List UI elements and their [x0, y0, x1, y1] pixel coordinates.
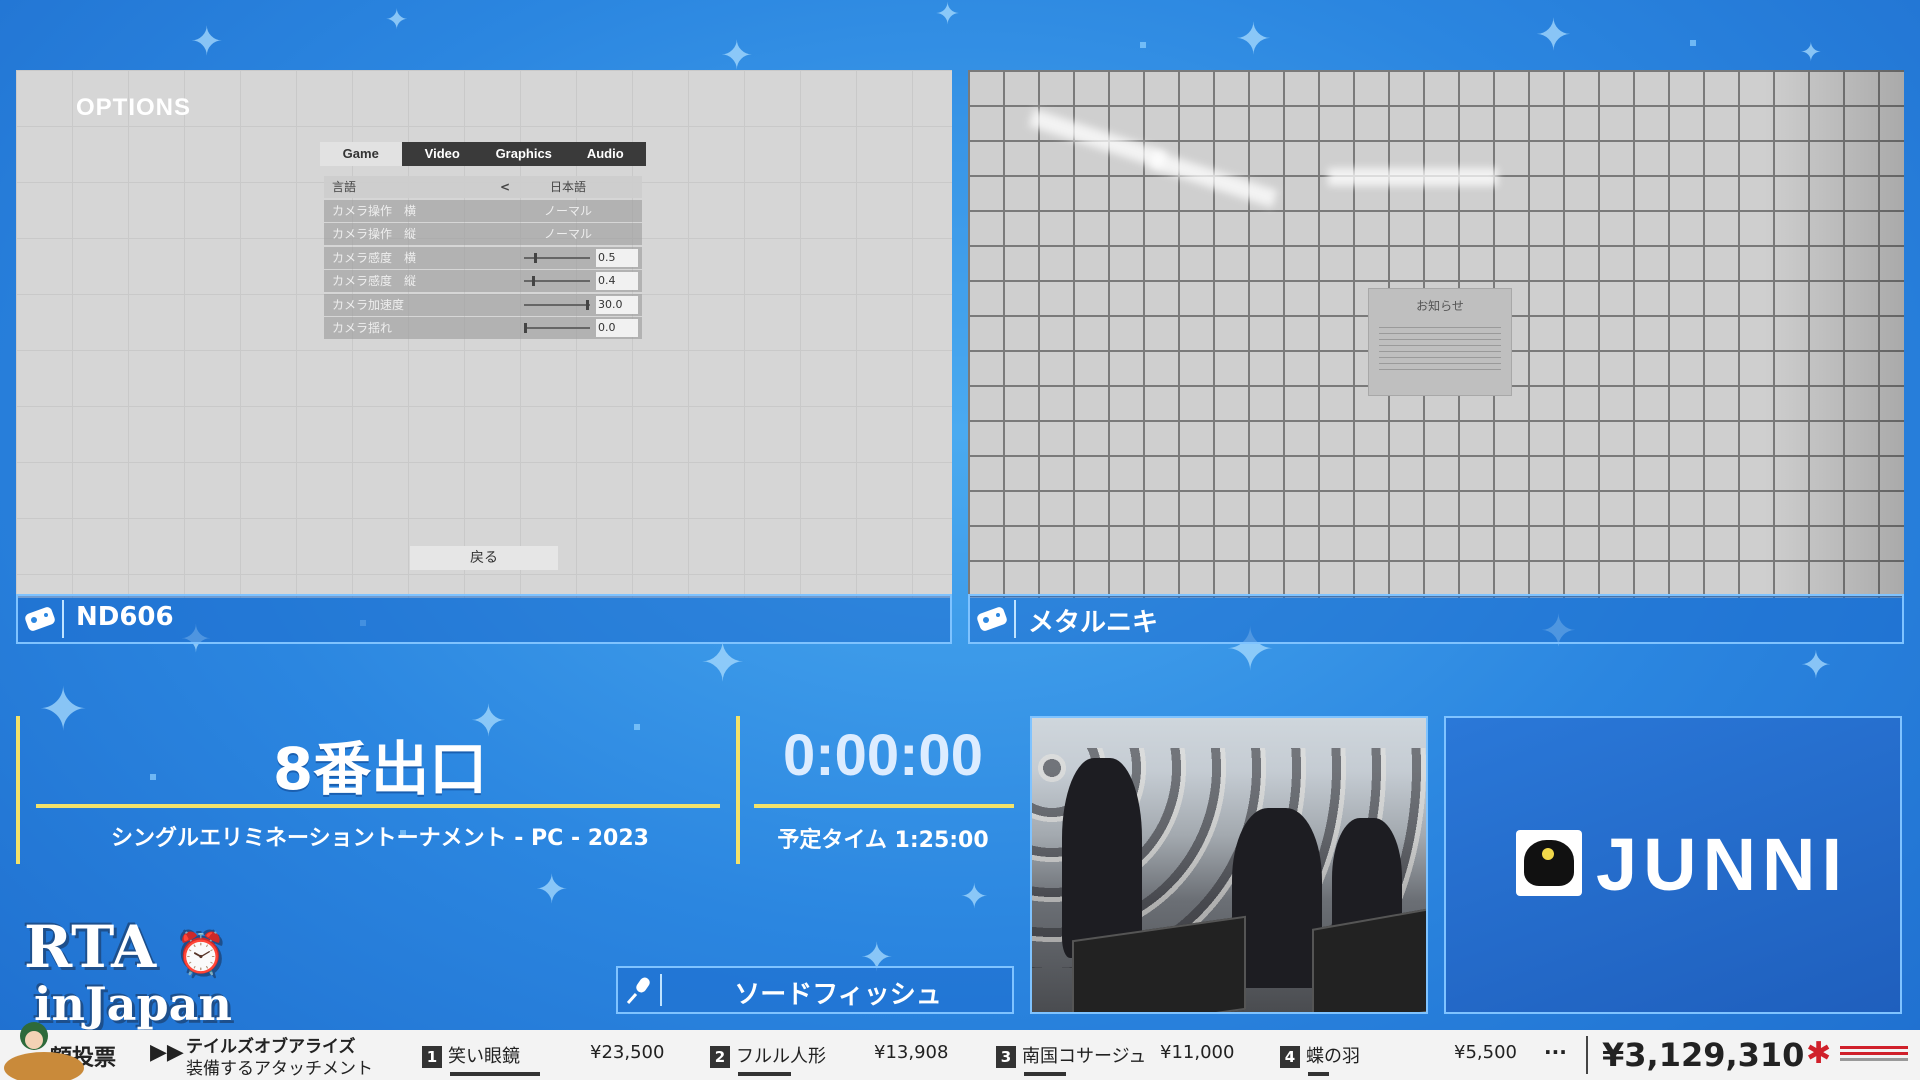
- donation-total: ¥3,129,310: [1602, 1036, 1805, 1074]
- bid-progress: [1024, 1072, 1066, 1076]
- runner-name: メタルニキ: [1028, 608, 1159, 638]
- bid-amount: ¥11,000: [1160, 1042, 1235, 1063]
- option-camera-vertical[interactable]: カメラ操作 縦 ノーマル: [324, 223, 642, 245]
- run-category: シングルエリミネーショントーナメント - PC - 2023: [111, 826, 649, 851]
- runner-name: ND606: [76, 602, 174, 632]
- options-title: OPTIONS: [76, 94, 192, 121]
- bid-amount: ¥5,500: [1454, 1042, 1517, 1063]
- controller-icon: [974, 600, 1016, 638]
- more-indicator: ···: [1544, 1040, 1567, 1064]
- option-label: 言語: [332, 180, 357, 194]
- mascot-avatar: [4, 1022, 84, 1080]
- option-value: ノーマル: [543, 203, 593, 218]
- option-number[interactable]: 0.4: [596, 272, 638, 290]
- runner-name-bar-left: ND606: [16, 594, 952, 644]
- commentator-bar: ソードフィッシュ: [616, 966, 1014, 1014]
- notice-title: お知らせ: [1416, 299, 1464, 313]
- tab-video[interactable]: Video: [402, 142, 484, 166]
- slider[interactable]: [524, 299, 590, 310]
- runner-name-bar-right: メタルニキ: [968, 594, 1904, 644]
- slider-knob[interactable]: [534, 252, 537, 263]
- sponsor-name: JUNNI: [1596, 823, 1849, 906]
- rank-badge: 2: [710, 1046, 730, 1068]
- ceiling-light: [1328, 168, 1498, 186]
- option-label: カメラ操作 縦: [332, 227, 417, 241]
- donation-ticker: 額投票 ▶▶ テイルズオブアライズ 装備するアタッチメント 1 笑い眼鏡 ¥23,…: [0, 1030, 1920, 1080]
- bid-option-name: 笑い眼鏡: [448, 1046, 520, 1067]
- person: [1062, 758, 1142, 958]
- commentator-name: ソードフィッシュ: [734, 980, 942, 1010]
- bid-amount: ¥13,908: [874, 1042, 949, 1063]
- option-label: カメラ感度 縦: [332, 274, 417, 288]
- option-sensitivity-horizontal[interactable]: カメラ感度 横 0.5: [324, 246, 642, 269]
- controller-icon: [22, 600, 64, 638]
- chevron-left-icon[interactable]: <: [500, 176, 510, 198]
- option-number[interactable]: 0.5: [596, 248, 638, 267]
- slider-knob[interactable]: [532, 276, 535, 286]
- msf-icon: ✱: [1806, 1036, 1832, 1071]
- slider[interactable]: [524, 252, 590, 263]
- option-language[interactable]: 言語 < 日本語: [324, 176, 642, 198]
- wall-shade: [1764, 70, 1904, 598]
- game-title: 8番出口: [272, 735, 488, 803]
- option-camera-shake[interactable]: カメラ揺れ 0.0: [324, 317, 642, 339]
- bid-item: 装備するアタッチメント: [186, 1059, 373, 1079]
- notice-board: お知らせ: [1368, 288, 1512, 396]
- bid-option-name: 蝶の羽: [1306, 1046, 1360, 1067]
- option-label: カメラ揺れ: [332, 321, 393, 335]
- options-tabs: Game Video Graphics Audio: [320, 142, 646, 166]
- divider: [754, 804, 1014, 808]
- sponsor-panel: JUNNI: [1444, 716, 1902, 1014]
- logo-text: Japan: [84, 977, 232, 1031]
- option-camera-acceleration[interactable]: カメラ加速度 30.0: [324, 293, 642, 316]
- option-camera-horizontal[interactable]: カメラ操作 横 ノーマル: [324, 199, 642, 222]
- divider: [16, 716, 20, 864]
- msf-logo: ✱: [1806, 1038, 1910, 1072]
- microphone-icon: [624, 974, 662, 1006]
- rank-badge: 3: [996, 1046, 1016, 1068]
- bid-option-name: フルル人形: [736, 1046, 826, 1067]
- bid-entry: 3 南国コサージュ ¥11,000: [996, 1042, 1234, 1076]
- logo-text: RTA: [24, 913, 157, 981]
- run-estimate: 予定タイム 1:25:00: [777, 828, 989, 853]
- bid-amount: ¥23,500: [590, 1042, 665, 1063]
- run-timer: 0:00:00: [783, 723, 983, 788]
- slider-knob[interactable]: [524, 323, 527, 333]
- bid-entry: 1 笑い眼鏡 ¥23,500: [422, 1042, 664, 1076]
- venue-camera-feed: [1030, 716, 1428, 1014]
- option-sensitivity-vertical[interactable]: カメラ感度 縦 0.4: [324, 270, 642, 292]
- tab-graphics[interactable]: Graphics: [483, 142, 565, 166]
- bid-entry: 4 蝶の羽 ¥5,500: [1280, 1042, 1517, 1076]
- tab-audio[interactable]: Audio: [565, 142, 647, 166]
- bid-option-name: 南国コサージュ: [1022, 1046, 1147, 1067]
- ceiling-light: [1028, 108, 1168, 170]
- option-label: カメラ加速度: [332, 297, 405, 312]
- left-game-feed: OPTIONS Game Video Graphics Audio 言語 < 日…: [16, 70, 952, 598]
- option-label: カメラ感度 横: [332, 250, 417, 265]
- rank-badge: 4: [1280, 1046, 1300, 1068]
- option-number[interactable]: 0.0: [596, 319, 638, 337]
- slider-knob[interactable]: [586, 299, 589, 310]
- fast-forward-icon: ▶▶: [150, 1040, 184, 1065]
- tab-game[interactable]: Game: [320, 142, 402, 166]
- divider: [1586, 1036, 1588, 1074]
- cat-logo-icon: [1516, 830, 1582, 896]
- option-label: カメラ操作 横: [332, 203, 417, 218]
- option-value: 日本語: [549, 180, 587, 194]
- back-button[interactable]: 戻る: [410, 546, 558, 570]
- bid-progress: [1308, 1072, 1329, 1076]
- notice-text: [1379, 322, 1501, 374]
- slider[interactable]: [524, 276, 590, 286]
- ceiling-light: [1148, 150, 1278, 208]
- rank-badge: 1: [422, 1046, 442, 1068]
- bid-entry: 2 フルル人形 ¥13,908: [710, 1042, 948, 1076]
- bid-progress: [450, 1072, 540, 1076]
- divider: [736, 716, 740, 864]
- right-game-feed: お知らせ: [968, 70, 1904, 598]
- options-list: 言語 < 日本語 カメラ操作 横 ノーマル カメラ操作 縦 ノーマル カメラ感度…: [324, 176, 642, 341]
- slider[interactable]: [524, 323, 590, 333]
- bid-progress: [738, 1072, 791, 1076]
- option-value: ノーマル: [543, 227, 593, 241]
- option-number[interactable]: 30.0: [596, 295, 638, 314]
